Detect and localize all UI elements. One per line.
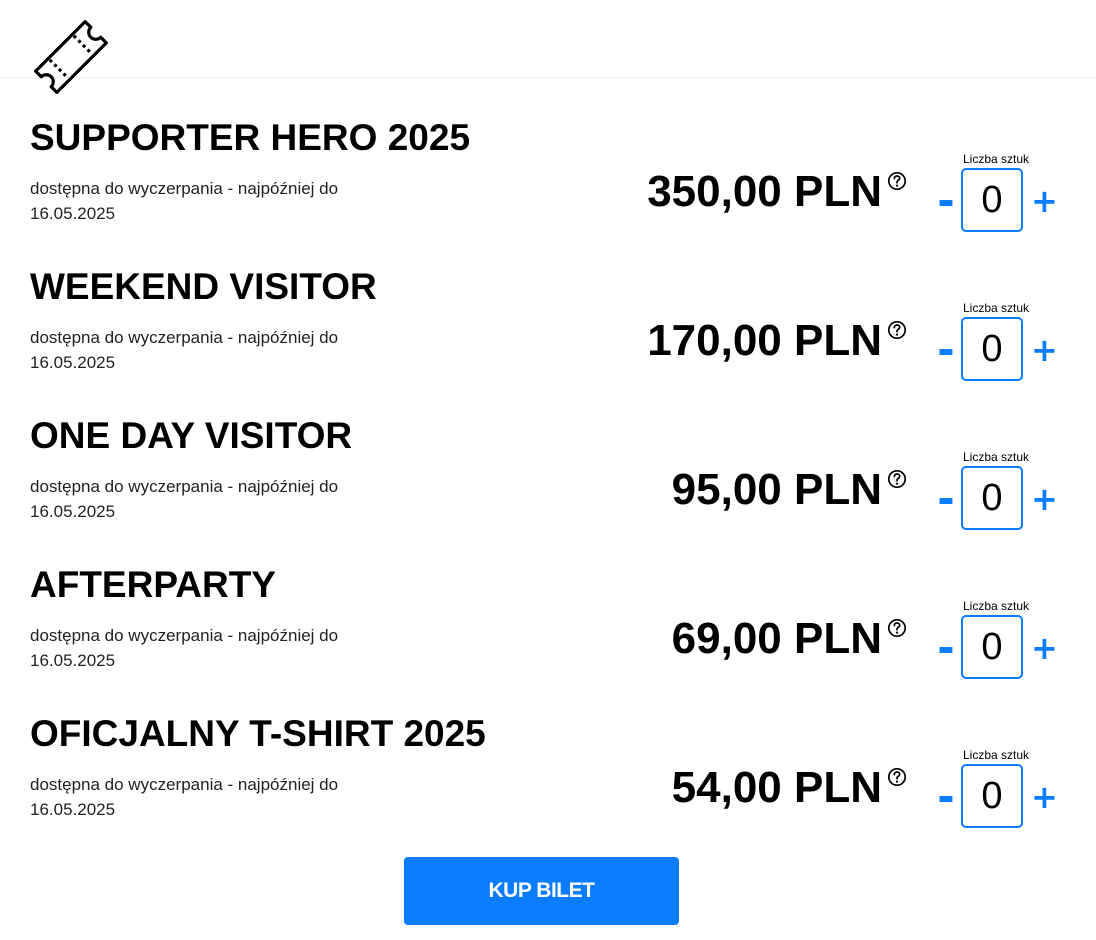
ticket-row-2: WEEKEND VISITOR dostępna do wyczerpania … xyxy=(0,265,1096,414)
help-icon[interactable] xyxy=(887,320,907,340)
ticket-shop-page: SUPPORTER HERO 2025 dostępna do wyczerpa… xyxy=(0,0,1096,940)
decrease-quantity-button[interactable]: - xyxy=(934,776,958,818)
quantity-input[interactable] xyxy=(961,317,1023,381)
help-icon[interactable] xyxy=(887,618,907,638)
ticket-price: 350,00 PLN xyxy=(647,167,882,216)
help-icon[interactable] xyxy=(887,171,907,191)
ticket-availability: dostępna do wyczerpania - najpóźniej do … xyxy=(30,626,339,670)
quantity-label: Liczba sztuk xyxy=(962,450,1030,464)
help-icon[interactable] xyxy=(887,469,907,489)
quantity-label: Liczba sztuk xyxy=(962,748,1030,762)
ticket-name: WEEKEND VISITOR xyxy=(30,266,377,307)
quantity-input[interactable] xyxy=(961,764,1023,828)
decrease-quantity-button[interactable]: - xyxy=(934,627,958,669)
buy-ticket-button[interactable]: KUP BILET xyxy=(404,857,679,925)
quantity-label: Liczba sztuk xyxy=(962,301,1030,315)
ticket-price: 54,00 PLN xyxy=(671,763,882,812)
ticket-name: AFTERPARTY xyxy=(30,564,276,605)
ticket-availability: dostępna do wyczerpania - najpóźniej do … xyxy=(30,179,339,223)
quantity-label: Liczba sztuk xyxy=(962,599,1030,613)
ticket-availability: dostępna do wyczerpania - najpóźniej do … xyxy=(30,775,339,819)
decrease-quantity-button[interactable]: - xyxy=(934,478,958,520)
ticket-name: ONE DAY VISITOR xyxy=(30,415,353,456)
ticket-availability: dostępna do wyczerpania - najpóźniej do … xyxy=(30,328,339,372)
ticket-price: 69,00 PLN xyxy=(671,614,882,663)
quantity-label: Liczba sztuk xyxy=(962,152,1030,166)
ticket-price: 170,00 PLN xyxy=(647,316,882,365)
help-icon[interactable] xyxy=(887,767,907,787)
ticket-name: SUPPORTER HERO 2025 xyxy=(30,117,471,158)
ticket-row-4: AFTERPARTY dostępna do wyczerpania - naj… xyxy=(0,563,1096,712)
ticket-availability: dostępna do wyczerpania - najpóźniej do … xyxy=(30,477,339,521)
ticket-icon xyxy=(34,20,108,94)
header xyxy=(0,0,1096,94)
increase-quantity-button[interactable]: + xyxy=(1031,628,1058,668)
quantity-input[interactable] xyxy=(961,168,1023,232)
increase-quantity-button[interactable]: + xyxy=(1031,777,1058,817)
ticket-price: 95,00 PLN xyxy=(671,465,882,514)
decrease-quantity-button[interactable]: - xyxy=(934,180,958,222)
ticket-row-3: ONE DAY VISITOR dostępna do wyczerpania … xyxy=(0,414,1096,563)
ticket-name: OFICJALNY T-SHIRT 2025 xyxy=(30,713,486,754)
increase-quantity-button[interactable]: + xyxy=(1031,330,1058,370)
ticket-row-5: OFICJALNY T-SHIRT 2025 dostępna do wycze… xyxy=(0,712,1096,861)
quantity-input[interactable] xyxy=(961,466,1023,530)
increase-quantity-button[interactable]: + xyxy=(1031,479,1058,519)
decrease-quantity-button[interactable]: - xyxy=(934,329,958,371)
increase-quantity-button[interactable]: + xyxy=(1031,181,1058,221)
quantity-input[interactable] xyxy=(961,615,1023,679)
ticket-row-1: SUPPORTER HERO 2025 dostępna do wyczerpa… xyxy=(0,116,1096,265)
